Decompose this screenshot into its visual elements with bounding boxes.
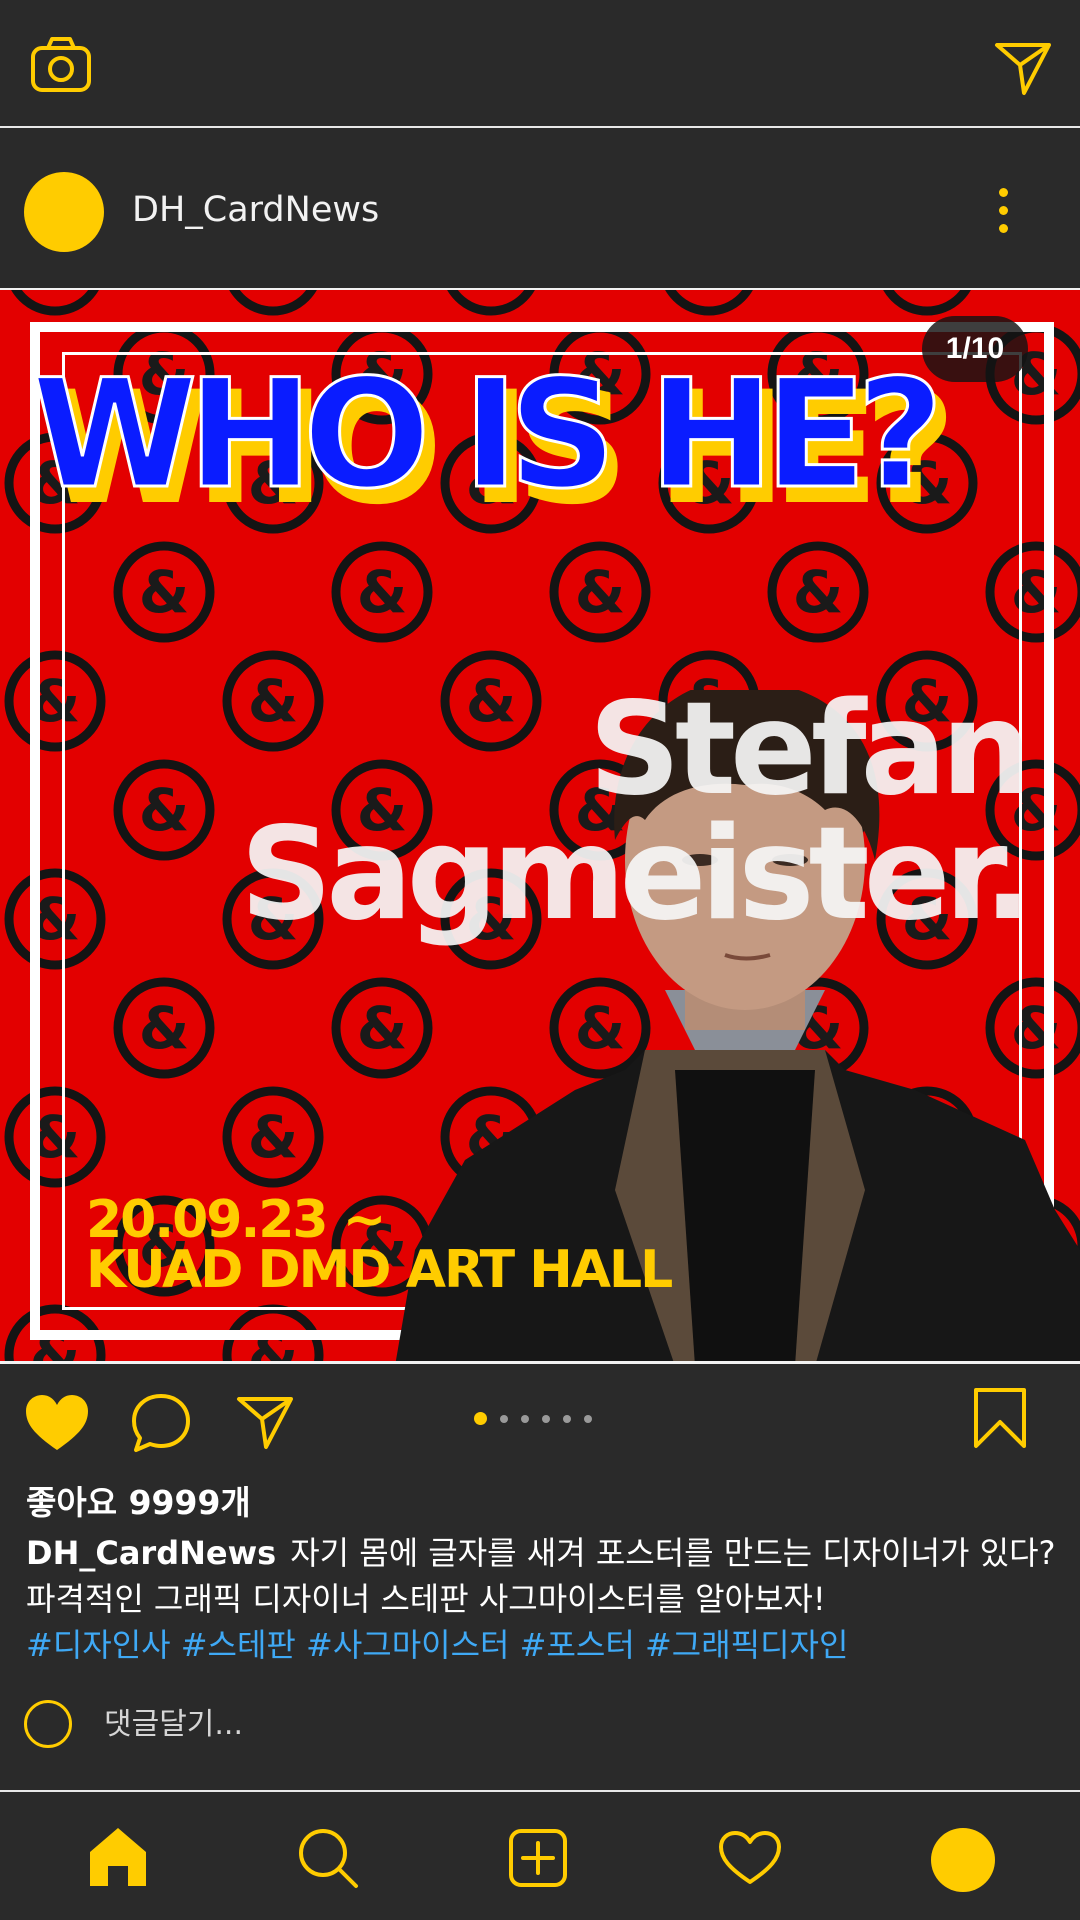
svg-text:&: &	[684, 290, 735, 299]
post-actions	[0, 1364, 1080, 1474]
home-icon[interactable]	[88, 1826, 148, 1888]
caption-line-1: 자기 몸에 글자를 새겨 포스터를 만드는 디자이너가 있다?	[290, 1534, 1056, 1572]
likes-count[interactable]: 좋아요 9999개	[26, 1476, 251, 1524]
add-post-icon[interactable]	[508, 1828, 568, 1888]
share-icon[interactable]	[236, 1394, 294, 1450]
ampersand-badge: &	[11, 290, 99, 316]
bottom-nav	[0, 1794, 1080, 1920]
comment-row	[0, 1700, 1080, 1792]
carousel-dot	[584, 1414, 592, 1423]
svg-text:&: &	[902, 290, 953, 299]
svg-text:&: &	[466, 290, 517, 299]
caption-line-2: 파격적인 그래픽 디자이너 스테판 사그마이스터를 알아보자!	[26, 1580, 826, 1618]
ampersand-badge: &	[229, 290, 317, 316]
ampersand-badge: &	[665, 290, 753, 316]
bookmark-icon[interactable]	[972, 1386, 1028, 1450]
post-caption: DH_CardNews 자기 몸에 글자를 새겨 포스터를 만드는 디자이너가 있…	[26, 1530, 1066, 1668]
carousel-dot	[563, 1414, 571, 1423]
caption-hashtags[interactable]: #디자인사 #스테판 #사그마이스터 #포스터 #그래픽디자인	[26, 1622, 1066, 1668]
ampersand-badge: &	[883, 290, 971, 316]
top-bar	[0, 0, 1080, 128]
card-name-last: Sagmeister.	[240, 800, 1032, 949]
post-header: DH_CardNews	[0, 130, 1080, 288]
carousel-dot	[521, 1414, 529, 1423]
carousel-dot-active	[474, 1412, 487, 1426]
carousel-indicator	[474, 1410, 605, 1426]
svg-text:&: &	[30, 290, 81, 299]
svg-text:&: &	[248, 290, 299, 299]
post-image[interactable]: &&&&&&&&&&&&&&&&&&&&&&&&&&&&&&&&&&&&&&&&…	[0, 288, 1080, 1364]
author-username[interactable]: DH_CardNews	[132, 190, 379, 230]
carousel-dot	[500, 1414, 508, 1423]
profile-avatar[interactable]	[931, 1828, 995, 1892]
paper-plane-icon[interactable]	[994, 40, 1052, 96]
ampersand-badge: &	[447, 290, 535, 316]
carousel-dot	[542, 1414, 550, 1423]
card-headline: WHO IS HE?	[31, 347, 946, 524]
more-vertical-icon[interactable]	[993, 188, 1013, 236]
heart-filled-icon[interactable]	[24, 1394, 90, 1452]
camera-icon[interactable]	[30, 34, 94, 94]
card-venue: KUAD DMD ART HALL	[86, 1240, 673, 1300]
comment-icon[interactable]	[130, 1392, 192, 1454]
search-icon[interactable]	[296, 1826, 360, 1890]
caption-author[interactable]: DH_CardNews	[26, 1534, 276, 1572]
author-avatar[interactable]	[24, 172, 104, 252]
commenter-avatar	[24, 1700, 72, 1748]
heart-icon[interactable]	[718, 1830, 782, 1886]
comment-input[interactable]	[104, 1700, 604, 1748]
